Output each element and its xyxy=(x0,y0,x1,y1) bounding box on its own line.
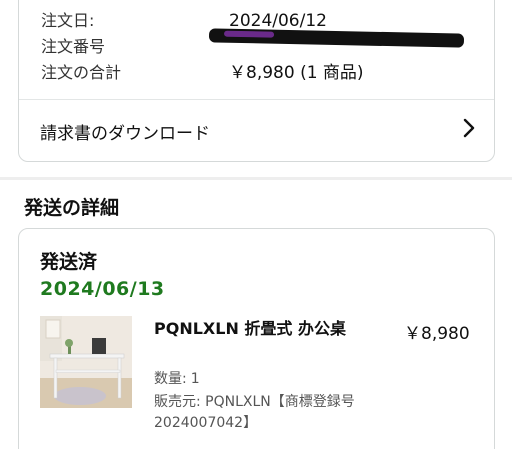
order-date-label: 注文日: xyxy=(41,11,95,30)
quantity-label: 数量: xyxy=(154,371,187,387)
shipment-date: 2024/06/13 xyxy=(40,278,165,300)
seller-info: 販売元: PQNLXLN【商標登録号 2024007042】 xyxy=(154,394,355,431)
product-image[interactable] xyxy=(40,316,132,408)
redacted-order-number xyxy=(208,28,465,48)
order-total-label: 注文の合計 xyxy=(41,63,122,82)
order-number-label: 注文番号 xyxy=(41,37,106,56)
chevron-right-icon xyxy=(462,118,476,144)
product-name[interactable]: PQNLXLN 折畳式 办公桌 xyxy=(154,317,364,341)
order-total-value: ￥8,980 (1 商品) xyxy=(229,63,364,83)
order-date-value: 2024/06/12 xyxy=(229,11,327,31)
quantity-value: 1 xyxy=(190,371,200,387)
shipping-section-title: 発送の詳細 xyxy=(24,197,120,219)
order-summary-card: 注文日: 2024/06/12 注文番号 注文の合計 ￥8,980 (1 商品)… xyxy=(18,0,495,162)
download-invoice-label: 請求書のダウンロード xyxy=(40,123,210,144)
product-quantity: 数量: 1 xyxy=(154,368,200,388)
shipment-status: 発送済 xyxy=(40,251,98,273)
shipment-card: 発送済 2024/06/13 PQNLXLN 折畳式 办公桌 ￥8,980 数量… xyxy=(18,228,495,449)
download-invoice-link[interactable]: 請求書のダウンロード xyxy=(19,100,494,162)
section-separator xyxy=(0,177,512,180)
product-price: ￥8,980 xyxy=(404,324,470,344)
